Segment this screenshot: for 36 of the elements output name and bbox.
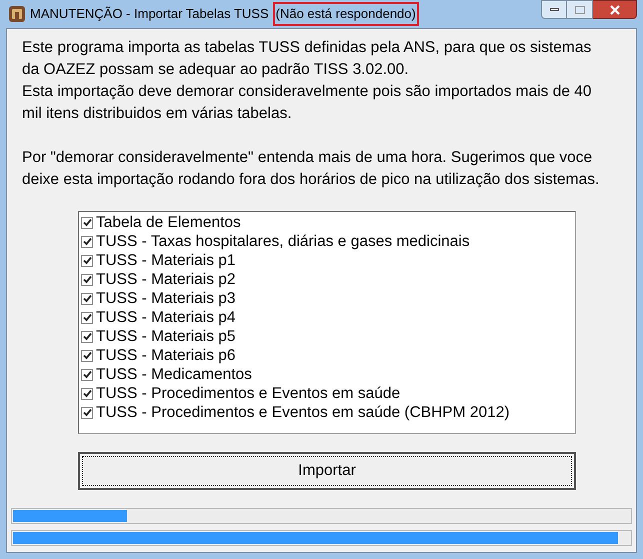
list-item[interactable]: TUSS - Procedimentos e Eventos em saúde [81, 384, 575, 403]
import-button[interactable]: Importar [78, 452, 576, 490]
description-text: deixe esta importação rodando fora dos horários de pico na utilização dos sistemas. [22, 170, 600, 190]
close-button[interactable] [593, 0, 637, 19]
list-item[interactable]: TUSS - Materiais p4 [81, 308, 575, 327]
checkbox[interactable] [81, 368, 93, 380]
list-item[interactable]: TUSS - Materiais p1 [81, 251, 575, 270]
checkbox[interactable] [81, 330, 93, 342]
checkbox[interactable] [81, 216, 93, 228]
window-title: MANUTENÇÃO - Importar Tabelas TUSS [30, 5, 269, 24]
list-item[interactable]: TUSS - Materiais p6 [81, 346, 575, 365]
list-item[interactable]: TUSS - Materiais p5 [81, 327, 575, 346]
list-item[interactable]: Tabela de Elementos [81, 213, 575, 232]
list-item[interactable]: TUSS - Materiais p3 [81, 289, 575, 308]
app-icon [8, 5, 26, 23]
checkbox[interactable] [81, 236, 93, 248]
list-item[interactable]: TUSS - Materiais p2 [81, 270, 575, 289]
list-item[interactable]: TUSS - Procedimentos e Eventos em saúde (CBHPM 2012) [81, 403, 575, 422]
description-text: da OAZEZ possam se adequar ao padrão TISS 3.02.00. [22, 60, 410, 80]
minimize-button[interactable] [541, 0, 567, 19]
checkbox[interactable] [81, 292, 93, 304]
checkbox[interactable] [81, 406, 93, 418]
description-text: Por "demorar consideravelmente" entenda mais de uma hora. Sugerimos que voce [22, 148, 594, 168]
checkbox[interactable] [81, 388, 93, 400]
list-item[interactable]: TUSS - Medicamentos [81, 365, 575, 384]
close-icon [610, 4, 620, 14]
checkbox[interactable] [81, 274, 93, 286]
maximize-button[interactable] [567, 0, 593, 19]
checkbox[interactable] [81, 350, 93, 362]
description-text: mil itens distribuidos em várias tabelas. [22, 104, 293, 124]
not-responding-label: (Não está respondendo) [272, 2, 419, 26]
description-text: Este programa importa as tabelas TUSS definidas pela ANS, para que os sistemas [22, 38, 592, 58]
checkbox[interactable] [81, 312, 93, 324]
description-text: Esta importação deve demorar consideravelmente pois são importados mais de 40 [22, 82, 592, 102]
checkbox[interactable] [81, 254, 93, 266]
list-item[interactable]: TUSS - Taxas hospitalares, diárias e gases medicinais [81, 232, 575, 251]
